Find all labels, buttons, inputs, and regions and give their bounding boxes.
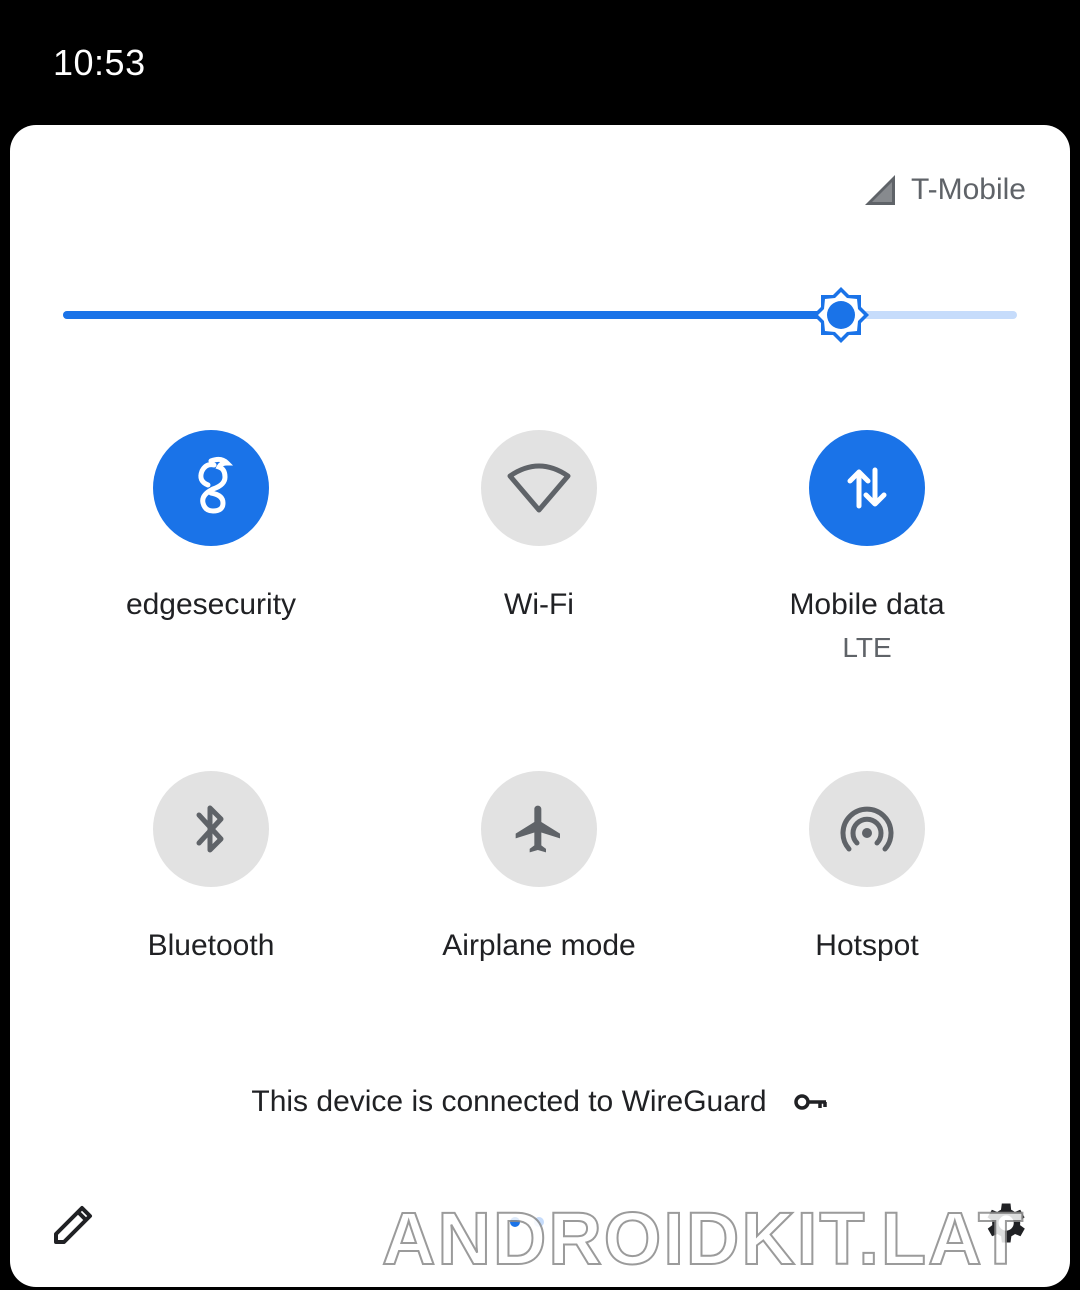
watermark: ANDROIDKIT.LAT <box>381 1196 1026 1281</box>
brightness-icon[interactable] <box>811 285 871 345</box>
quick-settings-panel: T-Mobile edgesecurity Wi-Fi Mobile data … <box>10 125 1070 1287</box>
airplane-icon <box>515 805 560 853</box>
carrier-info[interactable]: T-Mobile <box>863 173 1026 207</box>
tile-airplane-mode[interactable]: Airplane mode <box>419 771 659 963</box>
tile-edgesecurity-button[interactable] <box>153 430 269 546</box>
tile-hotspot-button[interactable] <box>809 771 925 887</box>
tile-mobile-data[interactable]: Mobile data LTE <box>747 430 987 664</box>
tile-wifi-label: Wi-Fi <box>504 588 574 621</box>
tile-bluetooth[interactable]: Bluetooth <box>91 771 331 963</box>
tile-edgesecurity[interactable]: edgesecurity <box>91 430 331 622</box>
signal-icon <box>864 175 895 205</box>
carrier-name: T-Mobile <box>910 173 1026 206</box>
status-time: 10:53 <box>53 42 146 83</box>
key-icon <box>793 1094 827 1110</box>
tile-bluetooth-label: Bluetooth <box>147 929 275 962</box>
tile-airplane-mode-label: Airplane mode <box>442 929 636 962</box>
pencil-icon[interactable] <box>50 1200 98 1248</box>
tile-mobile-data-label: Mobile data <box>789 588 945 621</box>
vpn-footer-text: This device is connected to WireGuard <box>251 1085 767 1118</box>
tile-mobile-data-sublabel: LTE <box>842 632 892 663</box>
wireguard-icon <box>198 456 234 514</box>
tile-wifi[interactable]: Wi-Fi <box>419 430 659 622</box>
vpn-footer[interactable]: This device is connected to WireGuard <box>10 1085 1070 1119</box>
tile-edgesecurity-label: edgesecurity <box>125 588 297 621</box>
tile-hotspot-label: Hotspot <box>815 929 919 962</box>
hotspot-icon <box>840 806 894 852</box>
tile-bluetooth-button[interactable] <box>153 771 269 887</box>
brightness-track-fill <box>63 311 841 319</box>
wifi-icon <box>507 463 571 513</box>
bluetooth-icon <box>196 805 224 853</box>
brightness-slider[interactable] <box>63 287 1017 343</box>
mobile-data-icon <box>847 467 887 509</box>
tile-mobile-data-button[interactable] <box>809 430 925 546</box>
tile-wifi-button[interactable] <box>481 430 597 546</box>
tile-airplane-mode-button[interactable] <box>481 771 597 887</box>
tile-hotspot[interactable]: Hotspot <box>747 771 987 963</box>
